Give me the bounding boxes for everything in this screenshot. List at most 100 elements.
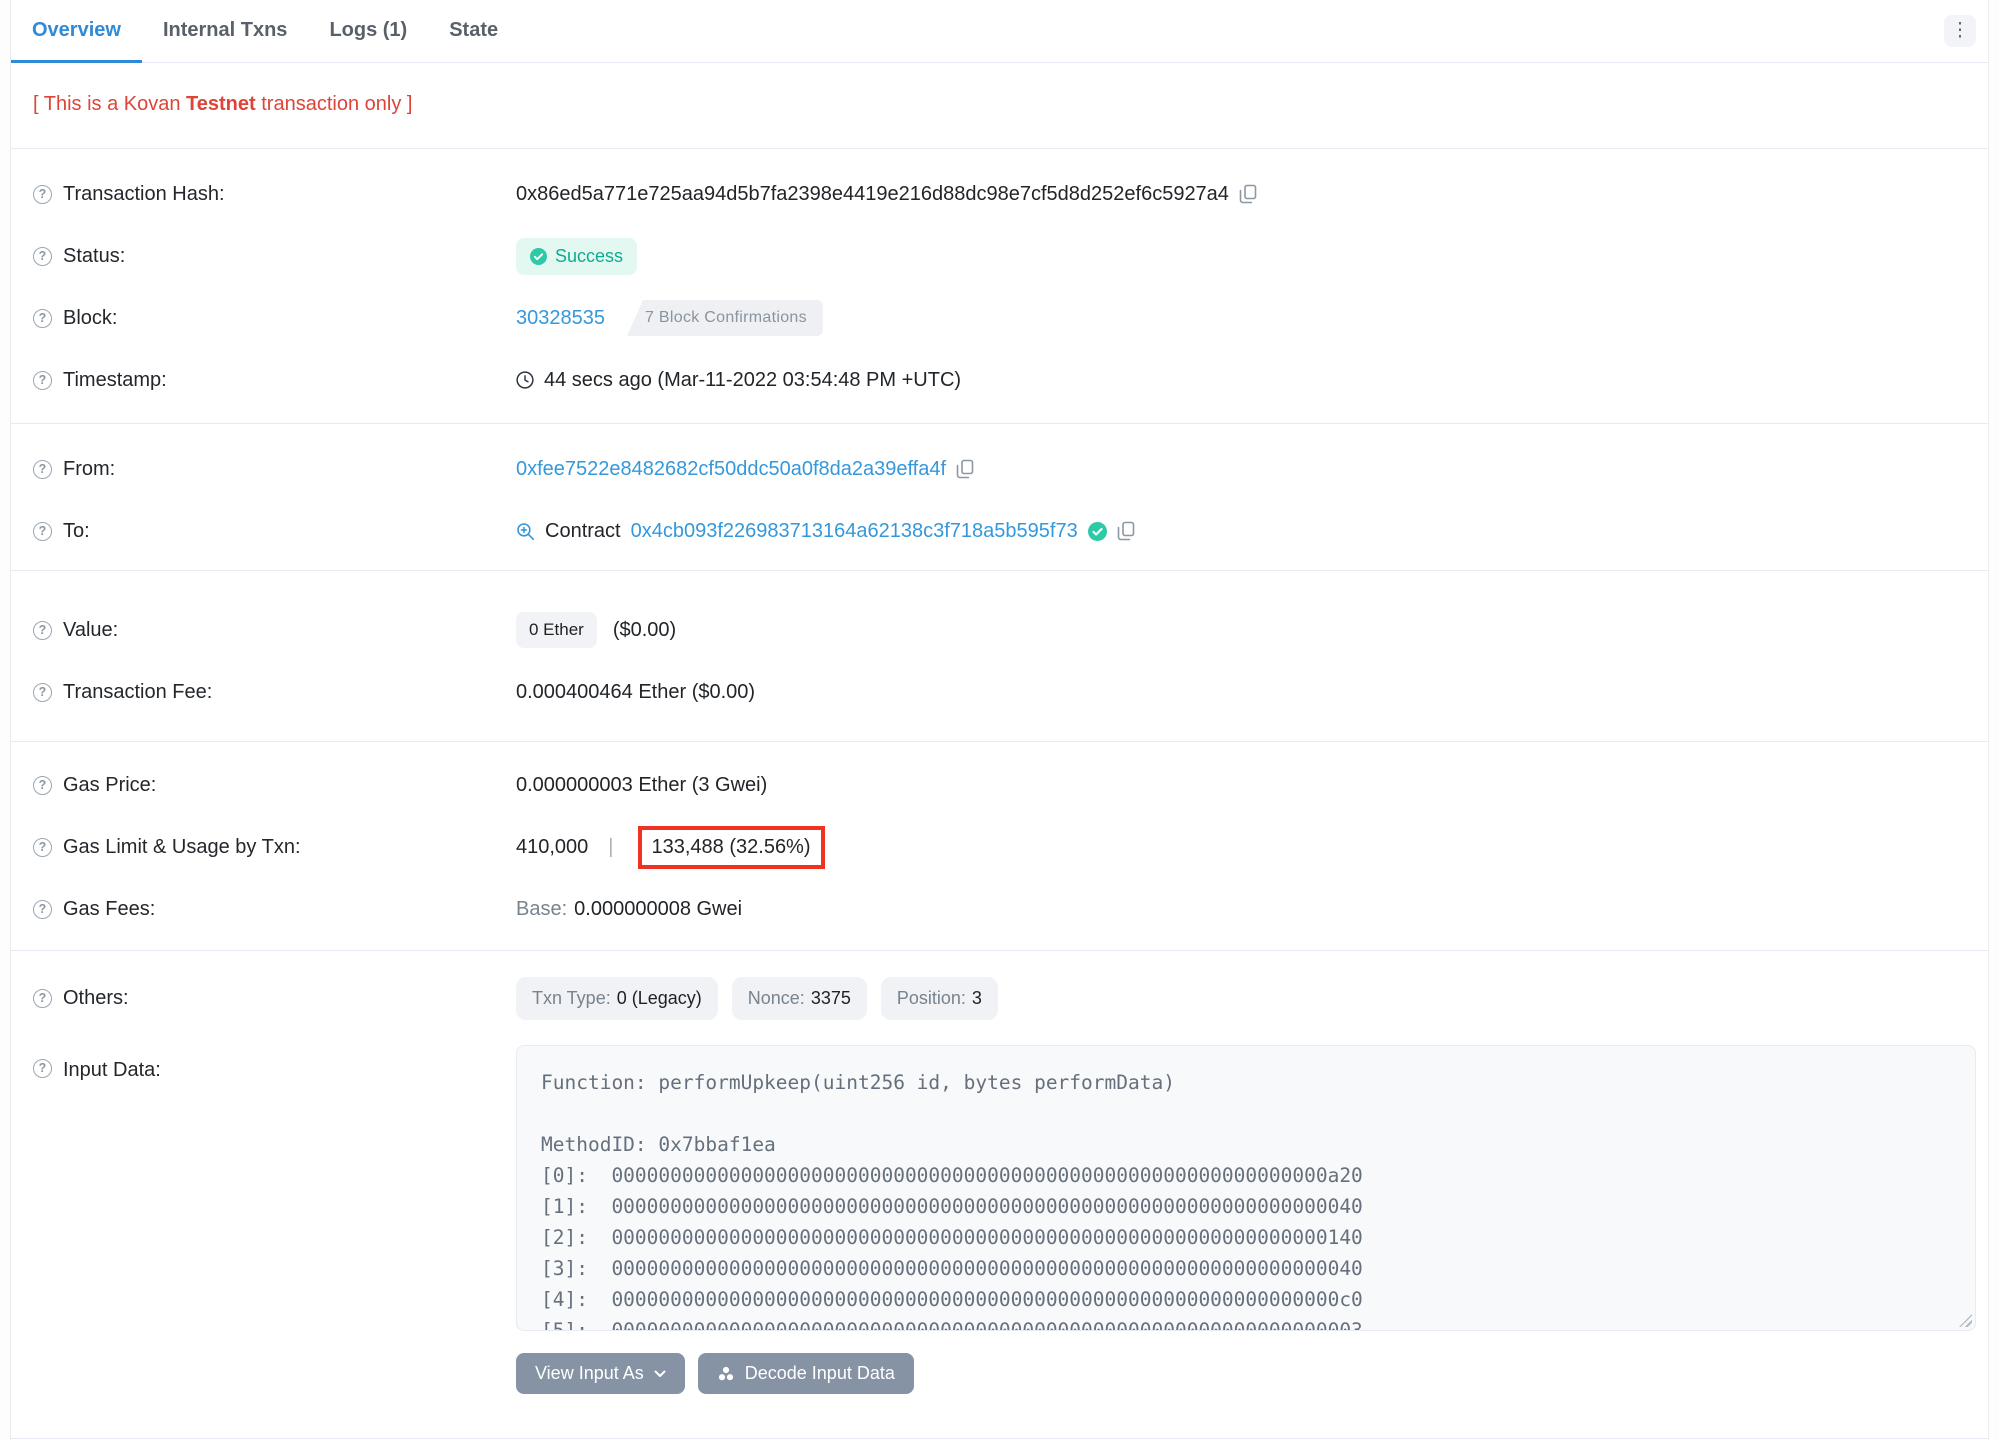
help-icon[interactable]: ? [33,899,52,919]
more-options-button[interactable]: ⋮ [1944,15,1976,47]
gas-price-value: 0.000000003 Ether (3 Gwei) [516,773,768,796]
row-label: ? To: [33,520,516,543]
testnet-warning: [ This is a Kovan Testnet transaction on… [33,93,413,115]
section-value: ? Value: 0 Ether ($0.00) ? Transaction F… [11,571,1988,742]
tab-bar: Overview Internal Txns Logs (1) State ⋮ [11,0,1988,63]
copy-icon [956,459,974,479]
tab-internal-txns[interactable]: Internal Txns [142,0,308,63]
help-icon[interactable]: ? [33,370,52,390]
row-label: ? Gas Fees: [33,898,516,921]
help-icon[interactable]: ? [33,246,52,266]
copy-icon [1117,521,1135,541]
section-others: ? Others: Txn Type: 0 (Legacy) Nonce: 33… [11,951,1988,1439]
row-label: ? Transaction Fee: [33,681,516,704]
kebab-icon: ⋮ [1950,20,1970,41]
copy-icon [1239,184,1257,204]
from-address-link[interactable]: 0xfee7522e8482682cf50ddc50a0f8da2a39effa… [516,458,946,481]
row-from: ? From: 0xfee7522e8482682cf50ddc50a0f8da… [33,438,1976,500]
separator: | [608,835,614,858]
section-summary: ? Transaction Hash: 0x86ed5a771e725aa94d… [11,149,1988,424]
block-number-link[interactable]: 30328535 [516,307,605,330]
row-input-data: ? Input Data: Function: performUpkeep(ui… [33,1045,1976,1394]
row-gas-limit-usage: ? Gas Limit & Usage by Txn: 410,000 | 13… [33,816,1976,878]
transaction-fee-value: 0.000400464 Ether ($0.00) [516,680,756,703]
row-label: ? Gas Price: [33,774,516,797]
input-data-textarea[interactable]: Function: performUpkeep(uint256 id, byte… [516,1045,1976,1331]
transaction-hash-value: 0x86ed5a771e725aa94d5b7fa2398e4419e216d8… [516,182,1229,205]
to-type-text: Contract [545,519,621,542]
help-icon[interactable]: ? [33,837,52,857]
row-transaction-fee: ? Transaction Fee: 0.000400464 Ether ($0… [33,661,1976,723]
txn-type-badge: Txn Type: 0 (Legacy) [516,976,718,1020]
input-data-actions: View Input As Decode Input Data [516,1353,1976,1394]
help-icon[interactable]: ? [33,988,52,1008]
section-gas: ? Gas Price: 0.000000003 Ether (3 Gwei) … [11,742,1988,951]
value-label: Value: [63,618,119,641]
block-confirmations-badge: 7 Block Confirmations [626,300,823,336]
transaction-fee-label: Transaction Fee: [63,680,213,703]
annotation-highlight-box: 133,488 (32.56%) [637,825,825,869]
to-label: To: [63,519,90,542]
status-label: Status: [63,244,126,267]
others-label: Others: [63,986,129,1009]
base-fee-label: Base: [516,897,568,920]
row-value: ? Value: 0 Ether ($0.00) [33,599,1976,661]
clock-icon [516,371,534,389]
row-label: ? From: [33,458,516,481]
copy-from-button[interactable] [956,459,974,479]
row-label: ? Input Data: [33,1045,516,1082]
row-gas-price: ? Gas Price: 0.000000003 Ether (3 Gwei) [33,754,1976,816]
status-badge: Success [516,237,638,275]
row-to: ? To: Contract 0x4cb093f226983713164a621… [33,500,1976,562]
help-icon[interactable]: ? [33,1059,52,1078]
input-data-label: Input Data: [63,1059,161,1081]
ether-value-badge: 0 Ether [516,612,597,648]
verified-check-icon [1087,521,1107,541]
decode-input-data-button[interactable]: Decode Input Data [697,1353,914,1394]
decode-icon [718,1366,733,1380]
help-icon[interactable]: ? [33,682,52,702]
view-input-as-button[interactable]: View Input As [516,1353,685,1394]
row-transaction-hash: ? Transaction Hash: 0x86ed5a771e725aa94d… [33,163,1976,225]
gas-limit-label: Gas Limit & Usage by Txn: [63,835,301,858]
magnifier-plus-icon[interactable] [516,522,535,541]
copy-hash-button[interactable] [1239,184,1257,204]
row-gas-fees: ? Gas Fees: Base: 0.000000008 Gwei [33,878,1976,940]
timestamp-value: 44 secs ago (Mar-11-2022 03:54:48 PM +UT… [544,368,962,391]
help-icon[interactable]: ? [33,620,52,640]
copy-to-button[interactable] [1117,521,1135,541]
help-icon[interactable]: ? [33,775,52,795]
check-circle-icon [530,247,547,265]
gas-usage-value: 133,488 (32.56%) [651,835,811,858]
gas-price-label: Gas Price: [63,773,157,796]
chevron-down-icon [654,1370,666,1377]
help-icon[interactable]: ? [33,184,52,204]
status-text: Success [555,245,624,266]
block-label: Block: [63,306,118,329]
input-data-text: Function: performUpkeep(uint256 id, byte… [541,1071,1363,1331]
tab-state[interactable]: State [428,0,519,63]
row-label: ? Gas Limit & Usage by Txn: [33,836,516,859]
to-address-link[interactable]: 0x4cb093f226983713164a62138c3f718a5b595f… [631,520,1078,543]
position-badge: Position: 3 [880,976,998,1020]
tab-logs[interactable]: Logs (1) [308,0,428,63]
testnet-warning-section: [ This is a Kovan Testnet transaction on… [11,63,1988,149]
row-block: ? Block: 30328535 7 Block Confirmations [33,287,1976,349]
from-label: From: [63,457,116,480]
row-label: ? Timestamp: [33,369,516,392]
resize-grip[interactable] [1959,1314,1972,1327]
tab-overview[interactable]: Overview [11,0,142,63]
row-status: ? Status: Success [33,225,1976,287]
help-icon[interactable]: ? [33,459,52,479]
row-label: ? Transaction Hash: [33,183,516,206]
help-icon[interactable]: ? [33,521,52,541]
nonce-badge: Nonce: 3375 [731,976,867,1020]
transaction-hash-label: Transaction Hash: [63,182,225,205]
gas-limit-value: 410,000 [516,835,589,858]
row-label: ? Value: [33,619,516,642]
row-label: ? Block: [33,307,516,330]
timestamp-label: Timestamp: [63,368,167,391]
help-icon[interactable]: ? [33,308,52,328]
gas-fees-label: Gas Fees: [63,897,156,920]
usd-value-text: ($0.00) [612,618,677,641]
